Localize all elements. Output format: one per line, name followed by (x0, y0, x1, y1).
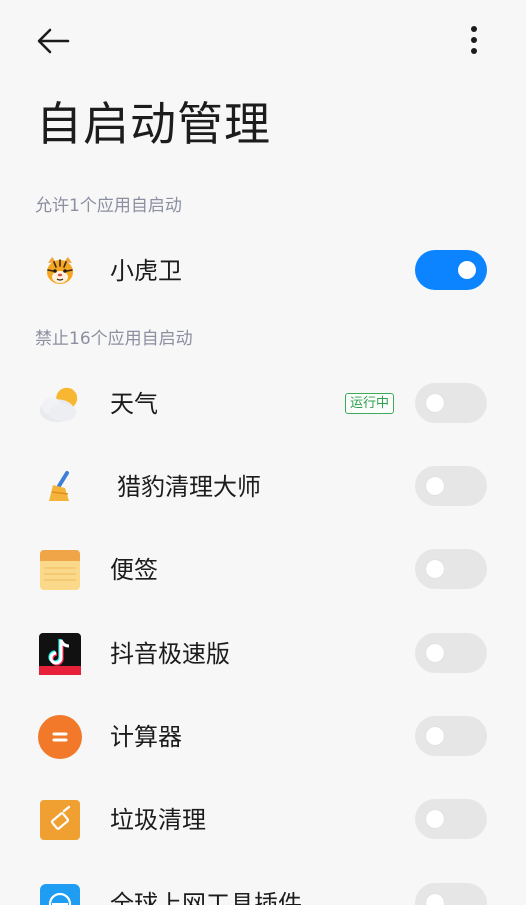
calculator-icon (38, 715, 82, 759)
app-name: 天气 (110, 390, 158, 418)
running-badge: 运行中 (345, 393, 395, 414)
arrow-left-icon (36, 28, 70, 58)
autostart-toggle[interactable] (415, 549, 487, 589)
weather-icon (38, 382, 82, 426)
more-vertical-icon (469, 25, 479, 59)
allowed-section-label: 允许1个应用自启动 (35, 196, 182, 216)
toggle-knob (426, 894, 444, 905)
page-title: 自启动管理 (36, 97, 271, 151)
toggle-knob (426, 560, 444, 578)
app-row-global-internet-plugin: 全球上网工具插件 (0, 865, 526, 905)
globe-icon (38, 882, 82, 905)
app-row-weather: 天气 运行中 (0, 365, 526, 445)
notes-icon (38, 548, 82, 592)
app-row-junk-cleaner: 垃圾清理 (0, 781, 526, 861)
autostart-toggle[interactable] (415, 250, 487, 290)
toggle-knob (426, 644, 444, 662)
blocked-section-label: 禁止16个应用自启动 (35, 329, 193, 349)
app-name: 全球上网工具插件 (110, 890, 302, 905)
broom-icon (38, 465, 82, 509)
autostart-toggle[interactable] (415, 466, 487, 506)
app-name: 小虎卫 (110, 257, 182, 285)
toggle-knob (426, 810, 444, 828)
autostart-toggle[interactable] (415, 716, 487, 756)
app-row-notes: 便签 (0, 531, 526, 611)
app-row-xiaohuwei: 小虎卫 (0, 232, 526, 312)
toggle-knob (458, 261, 476, 279)
douyin-icon (38, 632, 82, 676)
cleaner-icon (38, 798, 82, 842)
autostart-toggle[interactable] (415, 633, 487, 673)
autostart-settings-page: 自启动管理 允许1个应用自启动 小虎卫 禁止16个应用自启动 天气 运行中 猎豹… (0, 0, 526, 905)
back-button[interactable] (30, 24, 76, 62)
app-name: 便签 (110, 556, 158, 584)
app-name: 抖音极速版 (110, 640, 230, 668)
autostart-toggle[interactable] (415, 383, 487, 423)
autostart-toggle[interactable] (415, 799, 487, 839)
more-options-button[interactable] (454, 22, 494, 62)
app-row-douyin: 抖音极速版 (0, 615, 526, 695)
top-bar (0, 0, 526, 84)
app-name: 垃圾清理 (110, 806, 206, 834)
autostart-toggle[interactable] (415, 883, 487, 905)
toggle-knob (426, 477, 444, 495)
tiger-icon (38, 249, 82, 293)
app-name: 猎豹清理大师 (117, 473, 261, 501)
toggle-knob (426, 727, 444, 745)
toggle-knob (426, 394, 444, 412)
app-name: 计算器 (110, 723, 182, 751)
app-row-calculator: 计算器 (0, 698, 526, 778)
app-row-cheetah-cleaner: 猎豹清理大师 (0, 448, 526, 528)
